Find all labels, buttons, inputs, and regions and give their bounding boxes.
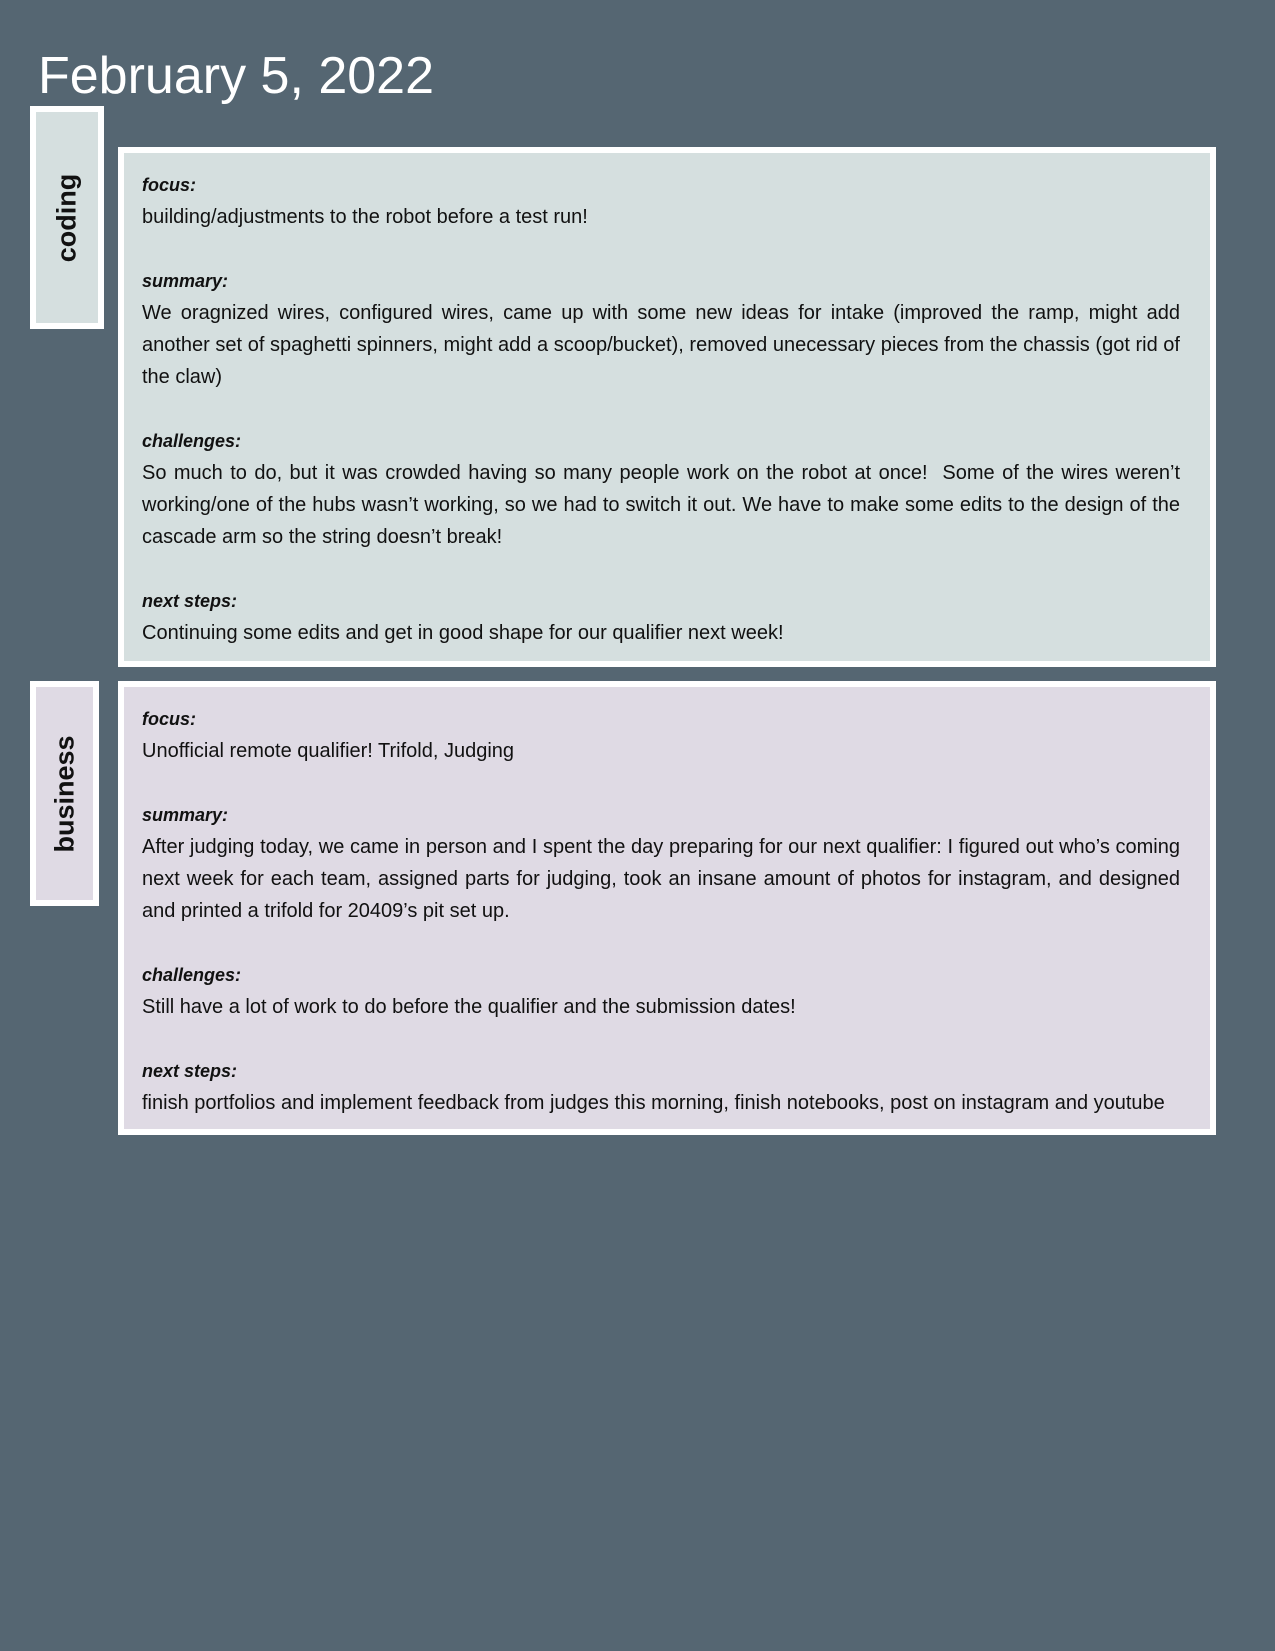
focus-text: Unofficial remote qualifier! Trifold, Ju… (142, 740, 515, 762)
summary-text: We oragnized wires, configured wires, ca… (142, 302, 1186, 388)
next-steps-text: finish portfolios and implement feedback… (142, 1092, 1165, 1114)
focus-label: focus: (142, 175, 196, 195)
challenges-text: Still have a lot of work to do before th… (142, 996, 796, 1018)
challenges-label: challenges: (142, 431, 242, 451)
page-title: February 5, 2022 (38, 47, 435, 105)
next-steps-label: next steps: (142, 591, 238, 611)
section-tab-coding: coding (30, 106, 104, 329)
next-steps-text: Continuing some edits and get in good sh… (142, 622, 784, 644)
coding-entry-panel: focus: building/adjustments to the robot… (118, 147, 1216, 667)
summary-label: summary: (142, 805, 229, 825)
next-steps-label: next steps: (142, 1061, 238, 1081)
focus-text: building/adjustments to the robot before… (142, 206, 588, 228)
section-tab-label: coding (51, 173, 82, 262)
business-entry-panel: focus: Unofficial remote qualifier! Trif… (118, 681, 1216, 1135)
challenges-label: challenges: (142, 965, 242, 985)
section-tab-label: business (49, 734, 79, 853)
section-tab-business: business (30, 681, 99, 906)
summary-text: After judging today, we came in person a… (142, 836, 1186, 922)
challenges-text: So much to do, but it was crowded having… (142, 462, 1186, 548)
focus-label: focus: (142, 709, 196, 729)
summary-label: summary: (142, 271, 229, 291)
